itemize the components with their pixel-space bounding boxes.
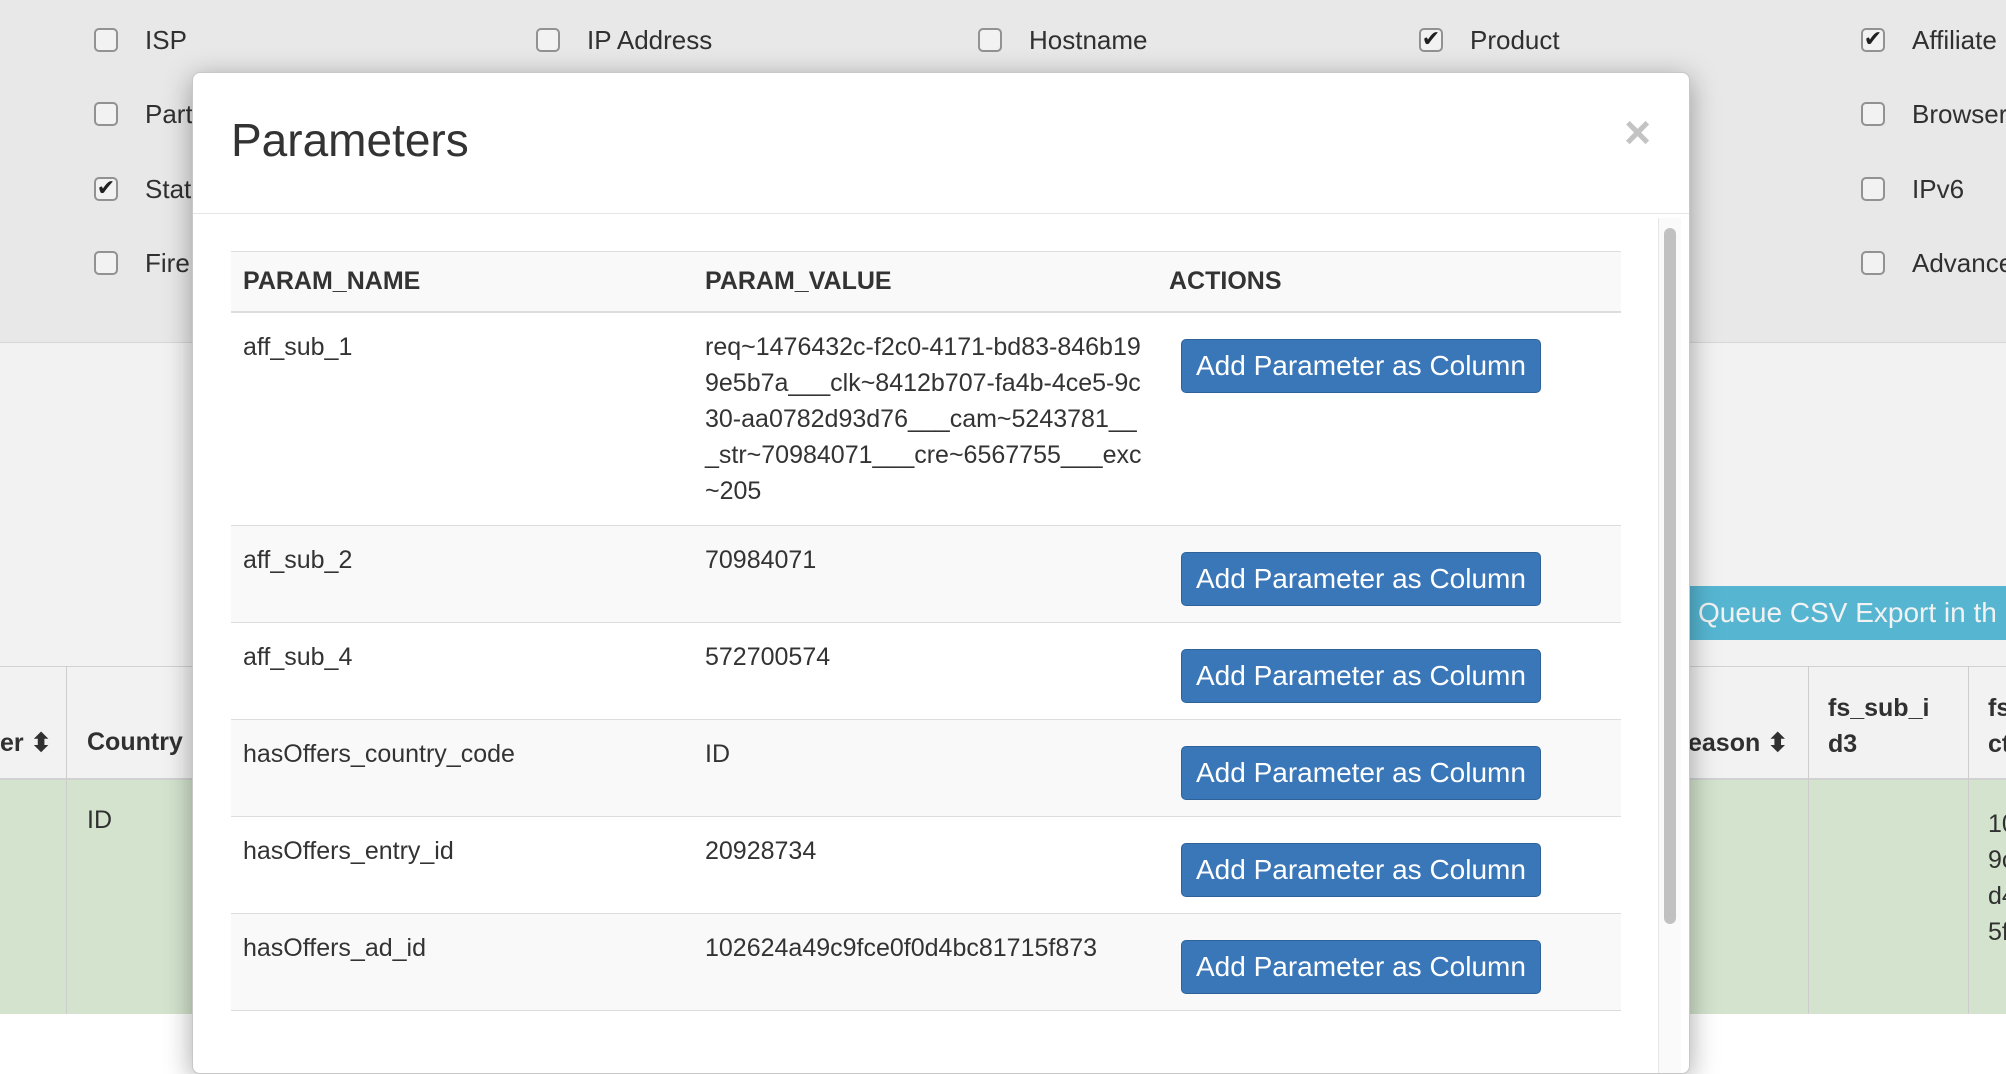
param-value: 20928734 bbox=[693, 816, 1157, 914]
table-row: aff_sub_1 req~1476432c-f2c0-4171-bd83-84… bbox=[231, 311, 1621, 526]
actions-cell: Add Parameter as Column bbox=[1157, 816, 1621, 914]
param-value: 572700574 bbox=[693, 622, 1157, 720]
column-header-param-value: PARAM_VALUE bbox=[693, 251, 1157, 313]
add-parameter-as-column-button[interactable]: Add Parameter as Column bbox=[1181, 939, 1541, 994]
modal-scrollbar[interactable] bbox=[1658, 218, 1681, 1073]
actions-cell: Add Parameter as Column bbox=[1157, 525, 1621, 623]
param-name: aff_sub_4 bbox=[231, 622, 693, 720]
add-parameter-as-column-button[interactable]: Add Parameter as Column bbox=[1181, 338, 1541, 393]
param-name: hasOffers_ad_id bbox=[231, 913, 693, 1011]
param-value: 70984071 bbox=[693, 525, 1157, 623]
scrollbar-thumb[interactable] bbox=[1664, 228, 1676, 924]
column-header-actions: ACTIONS bbox=[1157, 251, 1621, 313]
param-name: hasOffers_entry_id bbox=[231, 816, 693, 914]
table-row: aff_sub_4 572700574 Add Parameter as Col… bbox=[231, 622, 1621, 720]
param-value: 102624a49c9fce0f0d4bc81715f873 bbox=[693, 913, 1157, 1011]
actions-cell: Add Parameter as Column bbox=[1157, 913, 1621, 1011]
parameters-table: PARAM_NAME PARAM_VALUE ACTIONS aff_sub_1… bbox=[231, 251, 1621, 1011]
add-parameter-as-column-button[interactable]: Add Parameter as Column bbox=[1181, 842, 1541, 897]
add-parameter-as-column-button[interactable]: Add Parameter as Column bbox=[1181, 648, 1541, 703]
parameters-modal: Parameters × PARAM_NAME PARAM_VALUE ACTI… bbox=[192, 72, 1690, 1074]
close-icon[interactable]: × bbox=[1624, 109, 1651, 155]
actions-cell: Add Parameter as Column bbox=[1157, 622, 1621, 720]
param-name: aff_sub_2 bbox=[231, 525, 693, 623]
column-header-param-name: PARAM_NAME bbox=[231, 251, 693, 313]
add-parameter-as-column-button[interactable]: Add Parameter as Column bbox=[1181, 745, 1541, 800]
table-row: aff_sub_2 70984071 Add Parameter as Colu… bbox=[231, 525, 1621, 623]
table-row: hasOffers_entry_id 20928734 Add Paramete… bbox=[231, 816, 1621, 914]
param-name: hasOffers_country_code bbox=[231, 719, 693, 817]
add-parameter-as-column-button[interactable]: Add Parameter as Column bbox=[1181, 551, 1541, 606]
param-name: aff_sub_1 bbox=[231, 311, 693, 526]
param-value: req~1476432c-f2c0-4171-bd83-846b199e5b7a… bbox=[693, 311, 1157, 526]
modal-title: Parameters bbox=[231, 114, 469, 166]
table-header-row: PARAM_NAME PARAM_VALUE ACTIONS bbox=[231, 251, 1621, 313]
param-value: ID bbox=[693, 719, 1157, 817]
actions-cell: Add Parameter as Column bbox=[1157, 311, 1621, 526]
table-row: hasOffers_country_code ID Add Parameter … bbox=[231, 719, 1621, 817]
actions-cell: Add Parameter as Column bbox=[1157, 719, 1621, 817]
table-row: hasOffers_ad_id 102624a49c9fce0f0d4bc817… bbox=[231, 913, 1621, 1011]
modal-header: Parameters × bbox=[193, 73, 1689, 214]
